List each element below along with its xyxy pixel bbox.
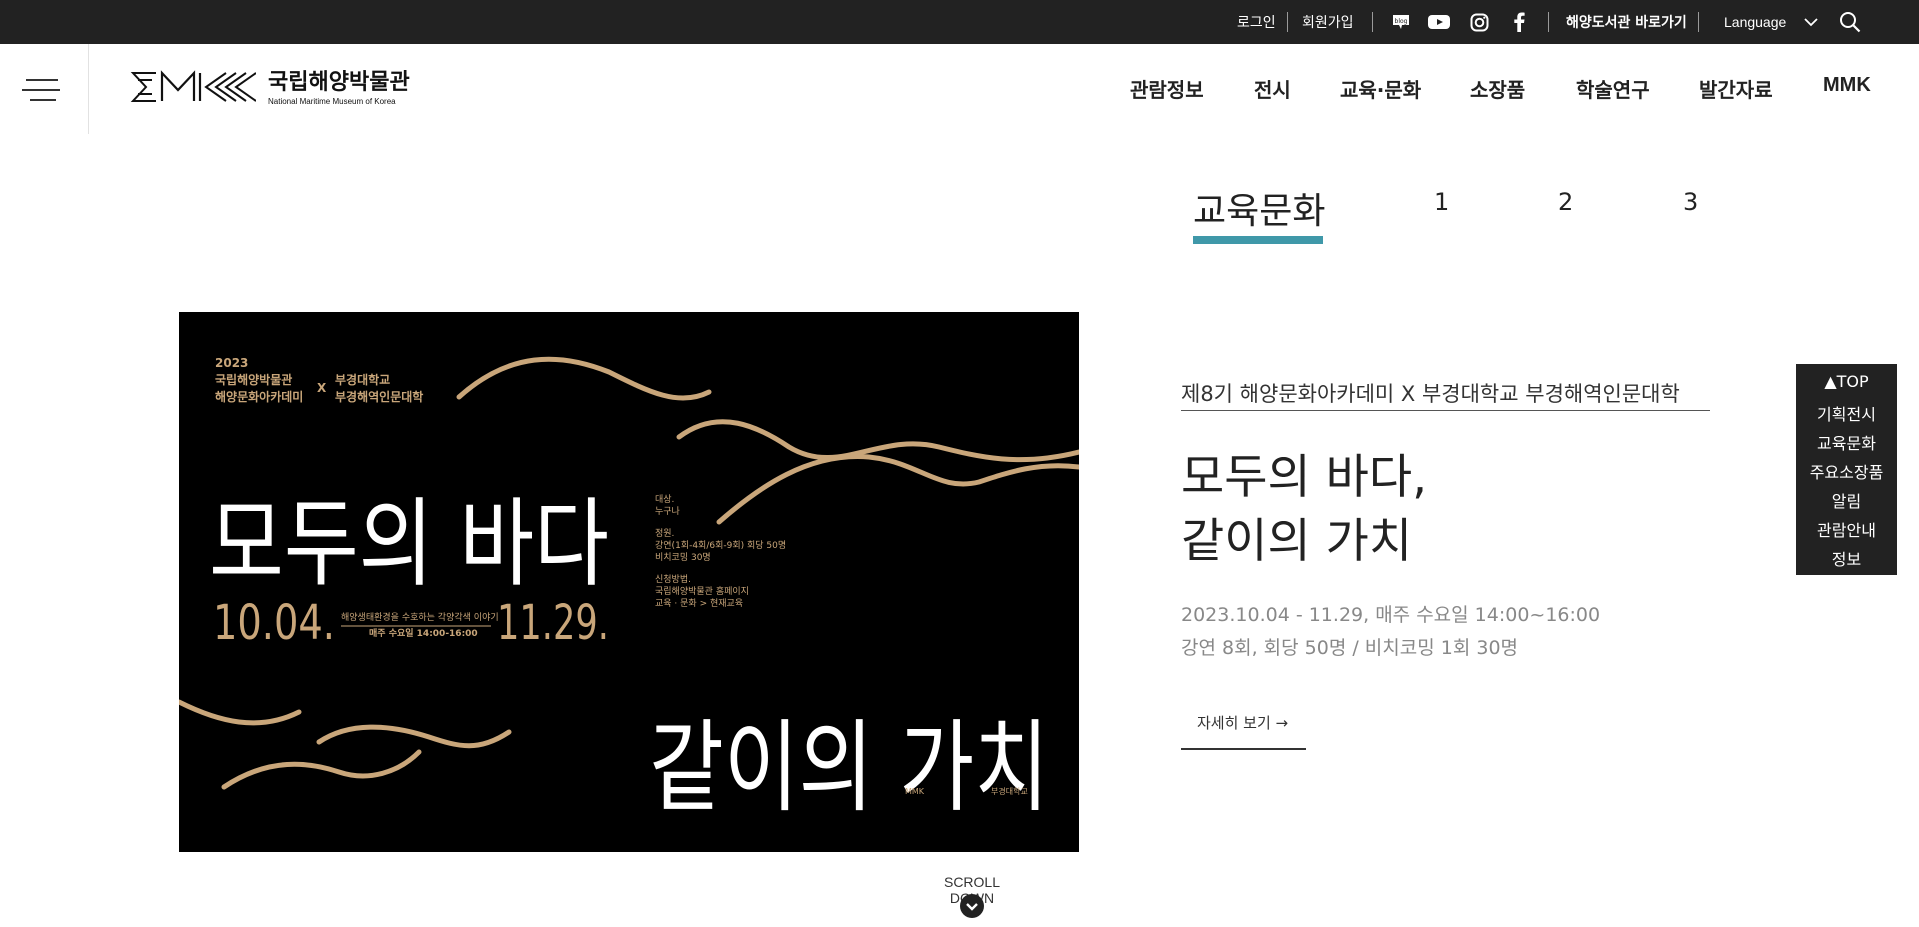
quick-menu: ▲TOP 기획전시 교육문화 주요소장품 알림 관람안내 정보: [1796, 364, 1897, 575]
nav-education-culture[interactable]: 교육·문화: [1340, 74, 1421, 103]
quick-item-education-culture[interactable]: 교육문화: [1796, 430, 1897, 454]
menu-icon[interactable]: [22, 77, 60, 103]
quick-item-visit-guide[interactable]: 관람안내: [1796, 517, 1897, 541]
tab-page-3[interactable]: 3: [1683, 188, 1698, 216]
login-link[interactable]: 로그인: [1237, 0, 1276, 44]
svg-text:blog: blog: [1395, 18, 1408, 25]
tab-education-culture[interactable]: 교육문화: [1193, 182, 1325, 234]
facebook-icon[interactable]: [1508, 11, 1530, 33]
poster-footer-logo: MMK: [905, 787, 925, 796]
event-period: 2023.10.04 - 11.29, 매주 수요일 14:00~16:00: [1181, 604, 1601, 626]
tab-page-1[interactable]: 1: [1434, 188, 1449, 216]
event-poster[interactable]: 2023 국립해양박물관 해양문화아카데미 X 부경대학교 부경해역인문대학 모…: [179, 312, 1079, 852]
blog-icon[interactable]: blog: [1390, 11, 1412, 33]
quick-top-button[interactable]: ▲TOP: [1796, 372, 1897, 391]
poster-schedule: 매주 수요일 14:00-16:00: [369, 627, 478, 639]
poster-partner-line2: 부경해역인문대학: [335, 389, 423, 404]
nav-exhibition[interactable]: 전시: [1254, 74, 1291, 103]
chevron-down-icon[interactable]: [1800, 11, 1822, 33]
scroll-down-button[interactable]: [960, 894, 984, 918]
poster-footer-partner: 부경대학교: [991, 786, 1028, 796]
library-link[interactable]: 해양도서관 바로가기: [1566, 0, 1687, 44]
event-subtitle: 제8기 해양문화아카데미 X 부경대학교 부경해역인문대학: [1181, 382, 1680, 406]
poster-capacity-label: 정원.: [655, 528, 674, 539]
poster-date-end: 11.29.: [497, 595, 609, 651]
site-logo[interactable]: 국립해양박물관 National Maritime Museum of Kore…: [130, 70, 410, 108]
poster-headline-bottom: 같이의 가치: [649, 709, 1049, 826]
top-utility-bar: 로그인 회원가입 blog 해양도서관 바로가기 Language: [0, 0, 1919, 44]
poster-target-label: 대상.: [655, 494, 674, 505]
poster-org-line1: 국립해양박물관: [215, 372, 292, 387]
chevron-down-icon: [966, 903, 978, 911]
youtube-icon[interactable]: [1428, 11, 1450, 33]
poster-x-mark: X: [317, 381, 327, 395]
search-icon[interactable]: [1839, 11, 1861, 33]
nav-research[interactable]: 학술연구: [1576, 74, 1650, 103]
divider: [1548, 12, 1549, 32]
logo-mark-icon: [130, 70, 257, 108]
nav-visit-info[interactable]: 관람정보: [1130, 74, 1204, 103]
poster-year: 2023: [215, 356, 248, 370]
poster-org-line2: 해양문화아카데미: [215, 389, 303, 404]
divider: [1181, 748, 1306, 750]
active-tab-indicator: [1193, 236, 1323, 244]
divider: [1372, 12, 1373, 32]
poster-partner-line1: 부경대학교: [335, 372, 390, 387]
nav-publications[interactable]: 발간자료: [1699, 74, 1773, 103]
poster-apply-label: 신청방법.: [655, 574, 691, 585]
poster-apply-line1: 국립해양박물관 홈페이지: [655, 585, 749, 597]
nav-mmk[interactable]: MMK: [1823, 74, 1871, 97]
divider: [1181, 410, 1710, 411]
poster-date-start: 10.04.: [213, 595, 335, 651]
view-details-button[interactable]: 자세히 보기 →: [1181, 702, 1306, 750]
signup-link[interactable]: 회원가입: [1302, 0, 1354, 44]
language-select[interactable]: Language: [1724, 0, 1786, 44]
instagram-icon[interactable]: [1468, 11, 1490, 33]
quick-item-collection[interactable]: 주요소장품: [1796, 459, 1897, 483]
event-detail: 강연 8회, 회당 50명 / 비치코밍 1회 30명: [1181, 637, 1519, 659]
nav-collection[interactable]: 소장품: [1470, 74, 1525, 103]
event-title-line2: 같이의 가치: [1181, 514, 1413, 569]
poster-capacity-line1: 강연(1회-4회/6회-9회) 회당 50명: [655, 540, 786, 551]
logo-english-text: National Maritime Museum of Korea: [268, 97, 396, 106]
event-title: 모두의 바다, 같이의 가치: [1181, 446, 1427, 574]
divider: [1287, 12, 1288, 32]
poster-tagline: 해양생태환경을 수호하는 각양각색 이야기: [341, 611, 499, 623]
poster-apply-line2: 교육 · 문화 > 현재교육: [655, 598, 743, 609]
site-header: 국립해양박물관 National Maritime Museum of Kore…: [0, 44, 1919, 134]
tab-page-2[interactable]: 2: [1558, 188, 1573, 216]
poster-target-value: 누구나: [655, 506, 680, 517]
quick-item-special-exhibition[interactable]: 기획전시: [1796, 401, 1897, 425]
poster-artwork: 2023 국립해양박물관 해양문화아카데미 X 부경대학교 부경해역인문대학 모…: [179, 356, 1079, 826]
poster-capacity-line2: 비치코밍 30명: [655, 551, 711, 563]
quick-item-notice[interactable]: 알림: [1796, 488, 1897, 512]
poster-headline-top: 모두의 바다: [209, 488, 609, 600]
divider: [1698, 12, 1699, 32]
event-title-line1: 모두의 바다,: [1181, 450, 1428, 505]
quick-item-info[interactable]: 정보: [1796, 546, 1897, 570]
divider: [88, 44, 89, 134]
logo-text: 국립해양박물관: [268, 70, 410, 95]
